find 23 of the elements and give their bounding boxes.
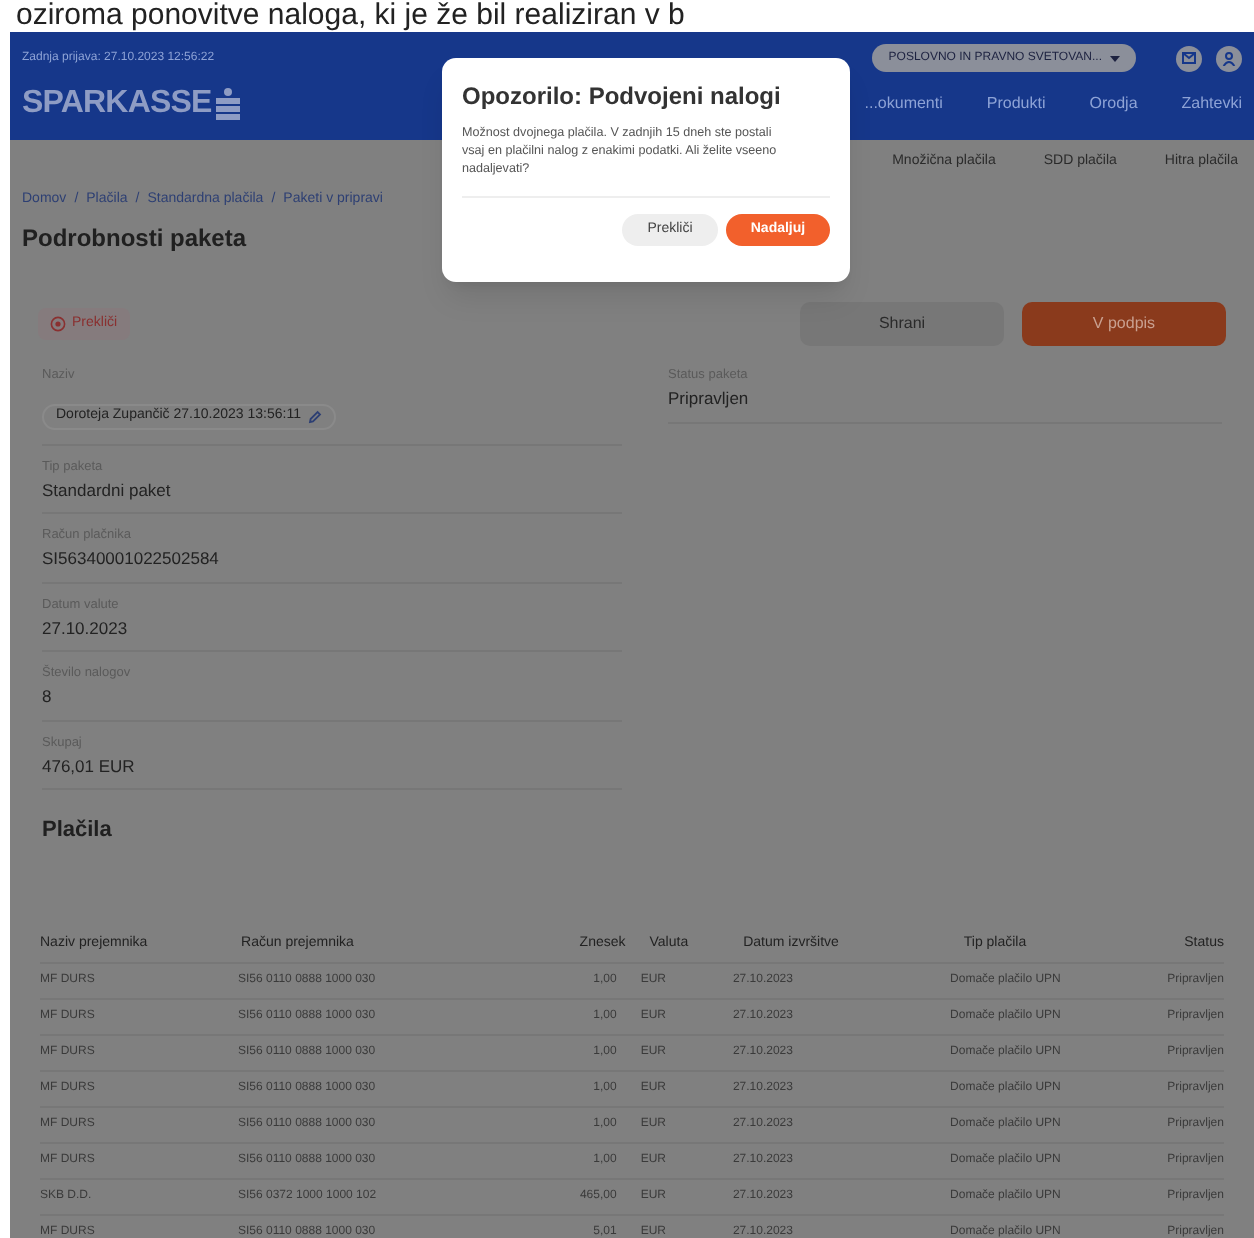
caret-icon — [1110, 55, 1120, 61]
field-value: Standardni paket — [42, 477, 173, 503]
nav-link[interactable]: ...okumenti — [864, 92, 943, 116]
caption-text: oziroma ponovitve naloga, ki je že bil realiziran v b — [14, 0, 687, 32]
nav-link[interactable]: Produkti — [986, 92, 1046, 116]
nav-link[interactable]: Orodja — [1089, 92, 1138, 116]
user-icon[interactable] — [1216, 45, 1242, 71]
field-value: SI56340001022502584 — [42, 546, 221, 572]
section-title: Plačila — [40, 816, 114, 847]
nav-link[interactable]: Zahtevki — [1181, 92, 1242, 116]
pencil-icon — [308, 409, 323, 423]
field-value: 476,01 EUR — [42, 753, 137, 779]
mail-icon[interactable] — [1176, 45, 1202, 71]
field-value: Pripravljen — [668, 385, 751, 411]
field-value: 8 — [42, 684, 54, 710]
field-value: 27.10.2023 — [42, 615, 130, 641]
dialog-title: Opozorilo: Podvojeni nalogi — [462, 80, 783, 114]
save-button[interactable]: Shrani — [800, 302, 1004, 346]
logo-icon — [215, 88, 240, 120]
page-title: Podrobnosti paketa — [22, 222, 247, 256]
logo: SPARKASSE — [22, 84, 212, 124]
cancel-circle-icon — [50, 316, 66, 332]
sign-button[interactable]: V podpis — [1022, 302, 1226, 346]
